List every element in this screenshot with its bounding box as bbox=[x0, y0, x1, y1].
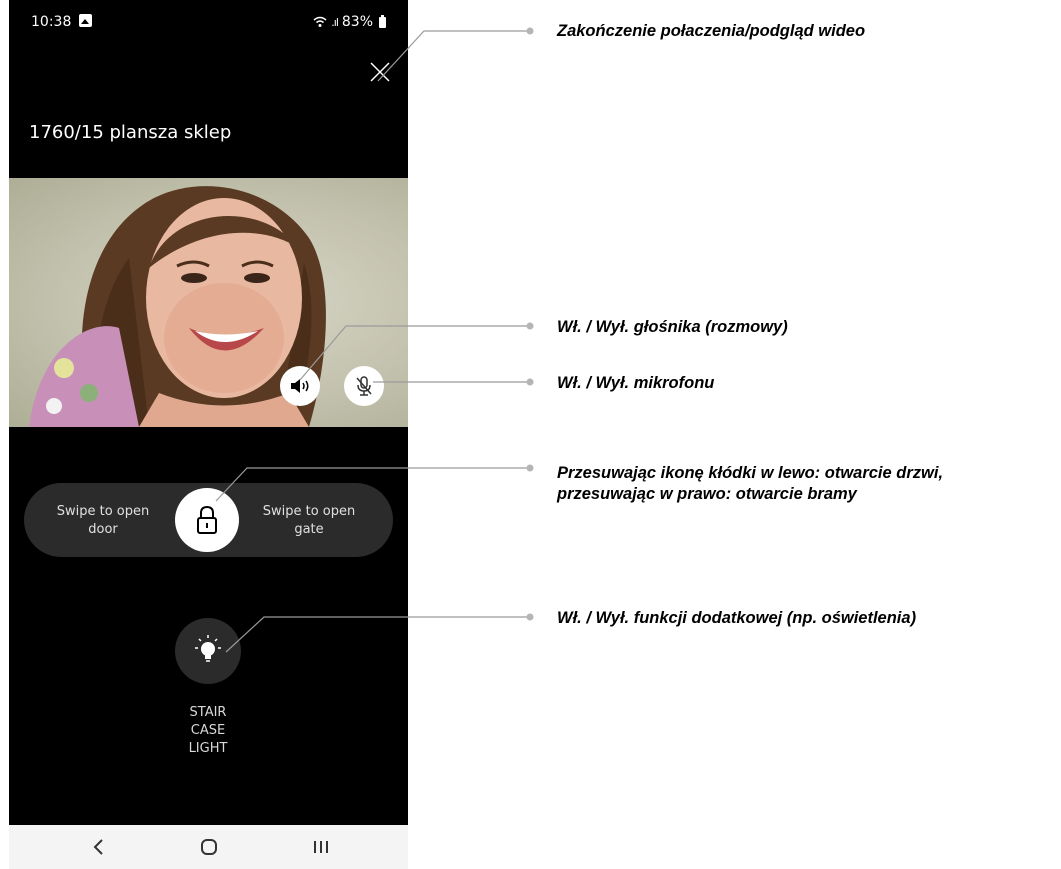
swipe-gate-label: Swipe to open gate bbox=[254, 503, 364, 539]
swipe-door-label: Swipe to open door bbox=[48, 503, 158, 539]
stair-case-light-label: STAIR CASE LIGHT bbox=[188, 705, 228, 756]
recents-button[interactable] bbox=[301, 833, 341, 861]
swipe-door-text: Swipe to open door bbox=[56, 504, 150, 537]
close-icon bbox=[370, 62, 390, 82]
unlock-slider[interactable]: Swipe to open door Swipe to open gate bbox=[24, 483, 393, 557]
stair-case-light-button[interactable] bbox=[175, 618, 241, 684]
lock-slider-knob[interactable] bbox=[175, 488, 239, 552]
video-preview bbox=[9, 178, 408, 427]
phone-screen: 10:38 .ıl 83% 1760/15 plansza sklep Swip… bbox=[9, 0, 408, 869]
callout-dot-light bbox=[526, 613, 534, 621]
callout-dot-mic bbox=[526, 378, 534, 386]
speaker-icon bbox=[291, 379, 309, 393]
annotation-speaker: Wł. / Wył. głośnika (rozmowy) bbox=[557, 318, 788, 336]
battery-icon bbox=[379, 14, 386, 28]
mic-off-icon bbox=[356, 376, 372, 396]
annotation-close: Zakończenie połaczenia/podgląd wideo bbox=[557, 22, 866, 40]
callout-dot-close bbox=[526, 27, 534, 35]
annotation-light: Wł. / Wył. funkcji dodatkowej (np. oświe… bbox=[557, 609, 917, 627]
status-bar: 10:38 .ıl 83% bbox=[9, 0, 408, 48]
lock-icon bbox=[197, 505, 217, 534]
annotation-lock-line1: Przesuwając ikonę kłódki w lewo: otwarci… bbox=[557, 464, 944, 482]
home-icon bbox=[201, 839, 217, 855]
microphone-toggle-button[interactable] bbox=[344, 366, 384, 406]
callout-dot-speaker bbox=[526, 322, 534, 330]
speaker-toggle-button[interactable] bbox=[280, 366, 320, 406]
signal-icon: .ıl bbox=[331, 15, 339, 29]
lightbulb-icon bbox=[195, 635, 221, 662]
navigation-bar bbox=[9, 825, 408, 869]
home-button[interactable] bbox=[189, 833, 229, 861]
status-time: 10:38 bbox=[31, 14, 72, 30]
device-name: 1760/15 plansza sklep bbox=[29, 122, 232, 143]
recents-icon bbox=[314, 841, 328, 853]
status-indicators: .ıl 83% bbox=[313, 14, 386, 30]
back-button[interactable] bbox=[79, 833, 119, 861]
annotation-mic: Wł. / Wył. mikrofonu bbox=[557, 374, 715, 392]
battery-percent: 83% bbox=[341, 14, 373, 30]
gallery-icon bbox=[79, 14, 92, 27]
callout-dot-lock bbox=[526, 464, 534, 472]
close-button[interactable] bbox=[367, 59, 393, 85]
swipe-gate-text: Swipe to open gate bbox=[262, 504, 356, 537]
back-icon bbox=[93, 839, 103, 855]
wifi-icon bbox=[313, 16, 327, 27]
annotation-lock-line2: przesuwając w prawo: otwarcie bramy bbox=[557, 485, 857, 503]
